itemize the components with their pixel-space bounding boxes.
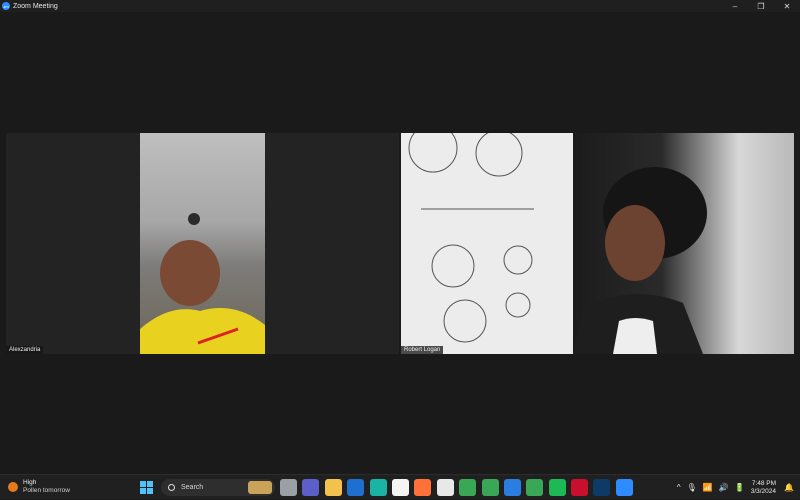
weather-main-text: High (23, 479, 37, 486)
weather-widget[interactable]: High Pollen tomorrow (8, 479, 70, 495)
notepad-icon[interactable] (436, 479, 454, 496)
fraction-drawing (408, 133, 534, 343)
calendar-icon[interactable] (391, 479, 409, 496)
battery-icon[interactable]: 🔋 (735, 483, 745, 492)
zoom-icon[interactable] (615, 479, 633, 496)
participant-background (573, 133, 794, 354)
mcafee-icon[interactable] (571, 479, 589, 496)
microphone-icon[interactable]: 🎙 (687, 483, 697, 492)
system-tray: ^ 🎙 📶 🔊 🔋 7:48 PM 3/3/2024 🔔 (677, 475, 800, 500)
search-icon (168, 484, 175, 491)
notification-bell-icon[interactable]: 🔔 (784, 483, 794, 492)
participant-video-image (140, 213, 265, 354)
title-bar: zm Zoom Meeting – ❐ ✕ (0, 0, 800, 12)
chrome-icon[interactable] (459, 479, 477, 496)
meeting-stage: Alexzandria Robert Logan (0, 12, 800, 474)
start-button[interactable] (140, 481, 153, 494)
pinned-apps (280, 479, 638, 496)
edge-icon[interactable] (369, 479, 387, 496)
clock-date: 3/3/2024 (750, 487, 777, 495)
pollen-icon (8, 482, 18, 492)
participant-video (401, 133, 573, 354)
participant-name-label: Robert Logan (401, 346, 444, 354)
spotify-icon[interactable] (548, 479, 566, 496)
wifi-icon[interactable]: 📶 (703, 483, 713, 492)
file-explorer-icon[interactable] (324, 479, 342, 496)
firefox-icon[interactable] (414, 479, 432, 496)
window-title: Zoom Meeting (13, 2, 58, 10)
taskbar-search[interactable]: Search (161, 479, 275, 496)
weather-sub-text: Pollen tomorrow (23, 487, 70, 494)
participant-video (140, 133, 265, 354)
window-controls: – ❐ ✕ (722, 0, 800, 12)
participant-tile-alexzandria[interactable]: Alexzandria (6, 133, 399, 354)
minimize-button[interactable]: – (722, 0, 748, 12)
close-button[interactable]: ✕ (774, 0, 800, 12)
store-icon[interactable] (347, 479, 365, 496)
teams-icon[interactable] (302, 479, 320, 496)
chevron-up-icon[interactable]: ^ (677, 483, 681, 492)
volume-icon[interactable]: 🔊 (719, 483, 729, 492)
participant-name-label: Alexzandria (6, 346, 44, 354)
participant-tile-robert-logan[interactable]: Robert Logan (401, 133, 794, 354)
chrome-icon[interactable] (481, 479, 499, 496)
search-label: Search (181, 484, 204, 491)
task-view-icon[interactable] (280, 479, 297, 496)
restore-button[interactable]: ❐ (748, 0, 774, 12)
start-icon-square (140, 481, 146, 487)
windows-taskbar: High Pollen tomorrow Search ^ 🎙 📶 🔊 🔋 7:… (0, 474, 800, 499)
zoom-app-icon: zm (2, 2, 10, 10)
lightroom-icon[interactable] (593, 479, 611, 496)
participant-video-image (573, 167, 707, 354)
clock[interactable]: 7:48 PM 3/3/2024 (751, 480, 776, 496)
clock-time: 7:48 PM (751, 479, 777, 487)
photos-icon[interactable] (503, 479, 521, 496)
search-highlight-image (248, 481, 272, 494)
chrome-icon[interactable] (526, 479, 544, 496)
